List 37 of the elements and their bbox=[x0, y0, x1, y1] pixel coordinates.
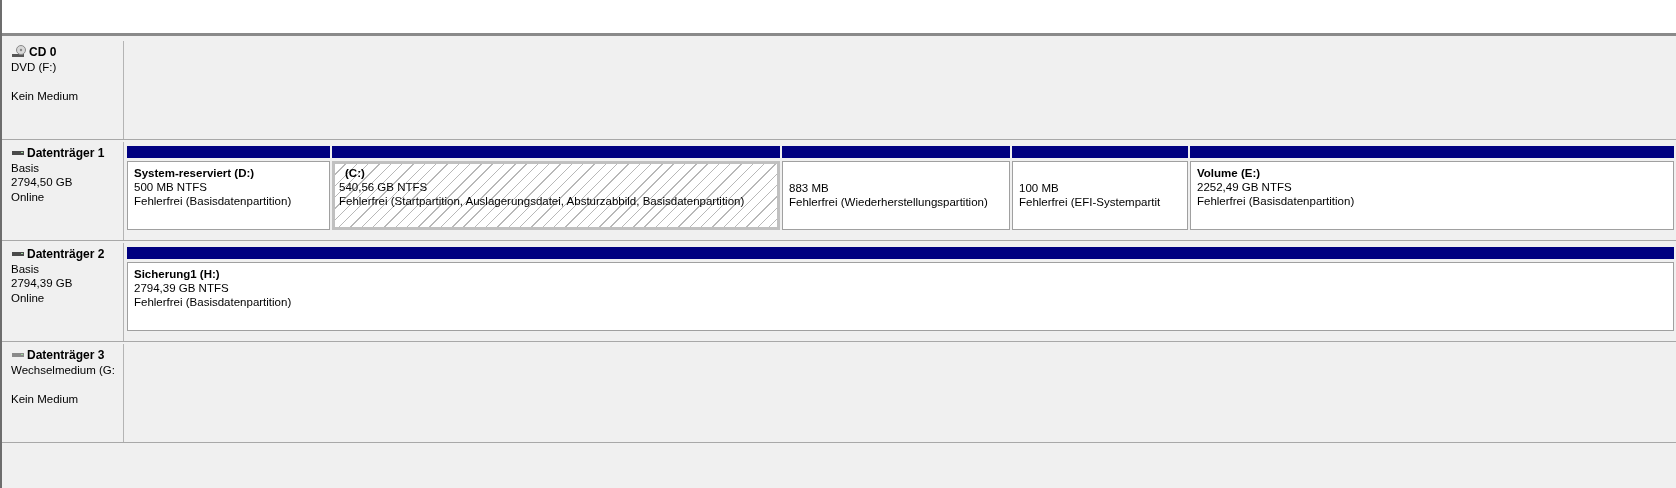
cd-drive-icon bbox=[11, 45, 27, 60]
partition-name: Sicherung1 (H:) bbox=[134, 267, 221, 281]
partition-size: 500 MB NTFS bbox=[134, 180, 208, 194]
partition-size: 540,56 GB NTFS bbox=[339, 180, 429, 194]
partition-panel[interactable]: 100 MB Fehlerfrei (EFI-Systempartit bbox=[1012, 161, 1188, 230]
disk-status: Kein Medium bbox=[11, 88, 80, 103]
disk-status: Online bbox=[11, 290, 46, 305]
partition-status: Fehlerfrei (Startpartition, Auslagerungsdatei, Absturzabbild, Basisdatenpartition) bbox=[339, 194, 746, 208]
partition-name: Volume (E:) bbox=[1197, 166, 1262, 180]
partition-name: System-reserviert (D:) bbox=[134, 166, 256, 180]
partition-panel[interactable]: System-reserviert (D:) 500 MB NTFS Fehlerfrei (Basisdatenpartition) bbox=[127, 161, 330, 230]
disk-status: Online bbox=[11, 189, 46, 204]
partition-size: 883 MB bbox=[789, 180, 830, 195]
disk-status: Kein Medium bbox=[11, 391, 80, 406]
partition-panel[interactable]: 883 MB Fehlerfrei (Wiederherstellungspartition) bbox=[782, 161, 1010, 230]
disk-type: Basis bbox=[11, 160, 41, 175]
partition-status: Fehlerfrei (Basisdatenpartition) bbox=[134, 295, 293, 309]
disk-size: 2794,50 GB bbox=[11, 175, 74, 190]
partition-size: 2794,39 GB NTFS bbox=[134, 281, 230, 295]
partition-panel[interactable]: (C:) 540,56 GB NTFS Fehlerfrei (Startpartition, Auslagerungsdatei, Absturzabbild, Basisdatenpartition) bbox=[332, 161, 780, 230]
partition-size: 2252,49 GB NTFS bbox=[1197, 180, 1293, 194]
disk-size: 2794,39 GB bbox=[11, 276, 74, 291]
disk-type: DVD (F:) bbox=[11, 59, 58, 74]
disk-type: Wechselmedium (G: bbox=[11, 362, 116, 377]
partition-panel[interactable]: Volume (E:) 2252,49 GB NTFS Fehlerfrei (Basisdatenpartition) bbox=[1190, 161, 1674, 230]
disk-name: CD 0 bbox=[29, 45, 57, 60]
partition-size: 100 MB bbox=[1019, 180, 1060, 195]
partition-status: Fehlerfrei (Basisdatenpartition) bbox=[134, 194, 293, 208]
disk-type: Basis bbox=[11, 261, 41, 276]
disk-name: Datenträger 3 bbox=[27, 348, 105, 363]
disk-name: Datenträger 1 bbox=[27, 146, 105, 161]
partition-status: Fehlerfrei (Wiederherstellungspartition) bbox=[789, 194, 989, 209]
partition-status: Fehlerfrei (EFI-Systempartit bbox=[1019, 194, 1162, 209]
partition-status: Fehlerfrei (Basisdatenpartition) bbox=[1197, 194, 1356, 208]
partition-name: (C:) bbox=[344, 166, 366, 180]
disk-name: Datenträger 2 bbox=[27, 247, 105, 262]
partition-panel[interactable]: Sicherung1 (H:) 2794,39 GB NTFS Fehlerfrei (Basisdatenpartition) bbox=[127, 262, 1674, 331]
